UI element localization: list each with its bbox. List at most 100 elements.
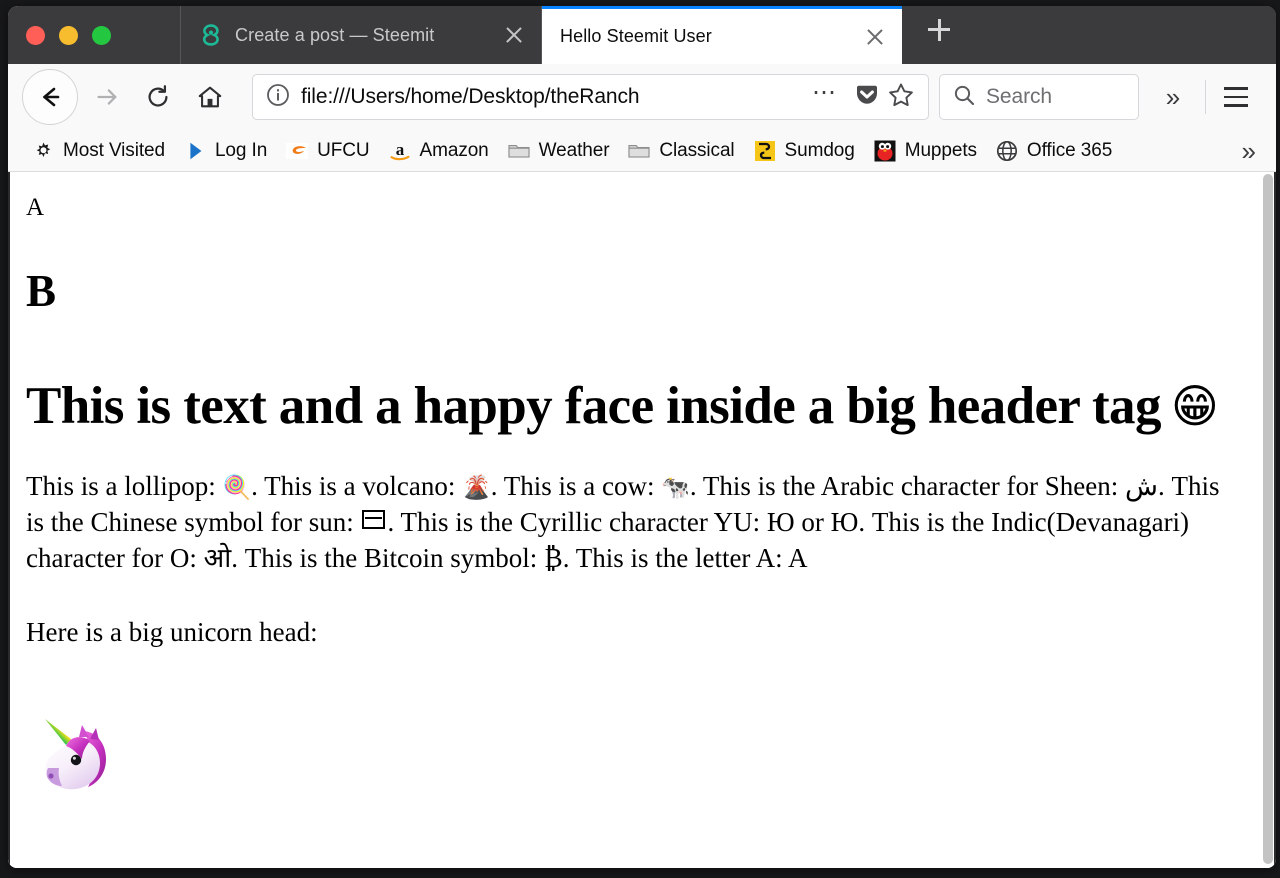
- browser-window: Create a post — Steemit Hello Steemit Us…: [8, 6, 1276, 868]
- para-seg: . This is the letter A: A: [562, 542, 808, 573]
- home-icon: [196, 83, 224, 111]
- unicorn-head-emoji-icon: [32, 713, 124, 805]
- tab-title: Create a post — Steemit: [235, 24, 435, 45]
- devanagari-o-glyph: ओ: [203, 542, 232, 573]
- bookmark-log-in[interactable]: Log In: [174, 136, 276, 166]
- bookmark-star-icon[interactable]: [886, 80, 916, 115]
- cow-emoji-icon: 🐄: [661, 474, 690, 501]
- heading-b: B: [26, 265, 57, 316]
- arabic-sheen-glyph: ش: [1125, 470, 1158, 501]
- tab-strip-empty-area: [976, 6, 1276, 64]
- bookmark-label: Classical: [659, 139, 735, 161]
- amazon-a-icon: a: [388, 139, 412, 163]
- window-controls: [8, 6, 180, 64]
- address-bar[interactable]: file:///Users/home/Desktop/theRanch ⋯: [252, 74, 929, 120]
- big-header: This is text and a happy face inside a b…: [26, 376, 1256, 437]
- menu-line: [1224, 104, 1248, 107]
- unicode-sample-paragraph: This is a lollipop: 🍭. This is a volcano…: [26, 469, 1236, 577]
- menu-line: [1224, 95, 1248, 99]
- volcano-emoji-icon: 🌋: [462, 474, 491, 501]
- bookmark-label: Log In: [214, 139, 268, 161]
- folder-icon: [507, 139, 531, 163]
- heading-a: A: [26, 194, 45, 221]
- svg-text:a: a: [395, 140, 404, 159]
- close-icon[interactable]: [862, 24, 888, 50]
- ellipsis-icon[interactable]: ⋯: [804, 81, 848, 113]
- bookmark-classical[interactable]: Classical: [618, 136, 743, 166]
- gear-icon: [31, 139, 55, 163]
- close-window-button[interactable]: [26, 25, 45, 45]
- para-seg: . This is the Arabic character for Sheen…: [689, 470, 1126, 501]
- bookmark-label: Muppets: [904, 139, 977, 161]
- bookmark-label: Amazon: [419, 139, 489, 161]
- content-right-edge: [1274, 172, 1276, 868]
- menu-line: [1224, 87, 1248, 90]
- bookmark-label: Weather: [538, 139, 610, 161]
- page-content: A B This is text and a happy face inside…: [8, 172, 1276, 868]
- screenshot-root: Create a post — Steemit Hello Steemit Us…: [0, 0, 1280, 878]
- bookmark-sumdog[interactable]: Sumdog: [744, 136, 864, 166]
- minimize-window-button[interactable]: [59, 25, 78, 45]
- para-seg: This is a lollipop:: [26, 470, 223, 501]
- folder-icon: [627, 139, 651, 163]
- bookmark-amazon[interactable]: a Amazon: [379, 136, 498, 166]
- pocket-icon[interactable]: [852, 80, 882, 115]
- vertical-scrollbar[interactable]: [1260, 172, 1275, 868]
- home-button[interactable]: [184, 71, 236, 123]
- search-bar[interactable]: Search: [939, 74, 1139, 120]
- cyrillic-yu-glyph: Ю: [766, 506, 795, 537]
- bookmark-ufcu[interactable]: UFCU: [276, 136, 378, 166]
- sumdog-icon: [753, 139, 777, 163]
- scrollbar-thumb[interactable]: [1263, 174, 1273, 864]
- blue-triangle-icon: [183, 139, 207, 163]
- reload-button[interactable]: [132, 71, 184, 123]
- para-seg: . This is the Bitcoin symbol:: [231, 542, 545, 573]
- tab-strip: Create a post — Steemit Hello Steemit Us…: [8, 6, 1276, 64]
- bookmark-label: UFCU: [317, 139, 370, 161]
- bookmark-office-365[interactable]: Office 365: [986, 136, 1121, 166]
- big-header-text: This is text and a happy face inside a b…: [26, 377, 1161, 435]
- search-icon: [952, 83, 976, 112]
- tab-title: Hello Steemit User: [560, 26, 712, 46]
- bookmark-label: Most Visited: [63, 139, 165, 161]
- hamburger-menu-icon[interactable]: [1210, 71, 1262, 123]
- bookmark-weather[interactable]: Weather: [498, 136, 619, 166]
- toolbar-overflow-button[interactable]: »: [1145, 84, 1201, 110]
- para-seg: or: [794, 506, 831, 537]
- bookmarks-overflow-button[interactable]: »: [1242, 138, 1264, 164]
- ufcu-swoosh-icon: [285, 139, 309, 163]
- para-seg: . This is a cow:: [490, 470, 662, 501]
- document-body: A B This is text and a happy face inside…: [10, 194, 1276, 805]
- tab-create-a-post-steemit[interactable]: Create a post — Steemit: [180, 6, 542, 64]
- tab-hello-steemit-user[interactable]: Hello Steemit User: [542, 6, 902, 64]
- globe-icon: [995, 139, 1019, 163]
- bookmark-label: Sumdog: [784, 139, 855, 161]
- navigation-toolbar: file:///Users/home/Desktop/theRanch ⋯ Se…: [8, 64, 1276, 130]
- zoom-window-button[interactable]: [92, 25, 111, 45]
- close-icon[interactable]: [501, 22, 527, 48]
- bookmark-label: Office 365: [1026, 139, 1113, 161]
- bitcoin-symbol-glyph: ₿: [544, 542, 563, 573]
- para-seg: . This is the Cyrillic character YU:: [387, 506, 767, 537]
- info-circle-icon[interactable]: [265, 82, 291, 113]
- back-arrow-icon: [35, 82, 65, 112]
- elmo-face-icon: [873, 139, 897, 163]
- url-text[interactable]: file:///Users/home/Desktop/theRanch: [301, 85, 804, 109]
- steemit-logo-icon: [199, 23, 223, 47]
- new-tab-button[interactable]: [902, 6, 976, 64]
- cyrillic-yu-glyph: Ю: [830, 506, 859, 537]
- lollipop-emoji-icon: 🍭: [222, 474, 252, 501]
- search-input[interactable]: Search: [986, 85, 1052, 109]
- forward-button[interactable]: [80, 71, 132, 123]
- para-seg: . This is a volcano:: [251, 470, 463, 501]
- back-button[interactable]: [22, 69, 78, 125]
- toolbar-divider: [1205, 80, 1206, 114]
- bookmark-most-visited[interactable]: Most Visited: [22, 136, 174, 166]
- reload-icon: [144, 83, 172, 111]
- grinning-face-with-smiling-eyes-icon: 😁: [1170, 379, 1219, 434]
- missing-glyph-box-icon: [362, 509, 386, 529]
- bookmark-muppets[interactable]: Muppets: [864, 136, 986, 166]
- bookmarks-toolbar: Most Visited Log In UFCU a Amazon Weathe…: [8, 130, 1276, 172]
- unicorn-caption: Here is a big unicorn head:: [26, 616, 318, 647]
- forward-arrow-icon: [92, 83, 120, 111]
